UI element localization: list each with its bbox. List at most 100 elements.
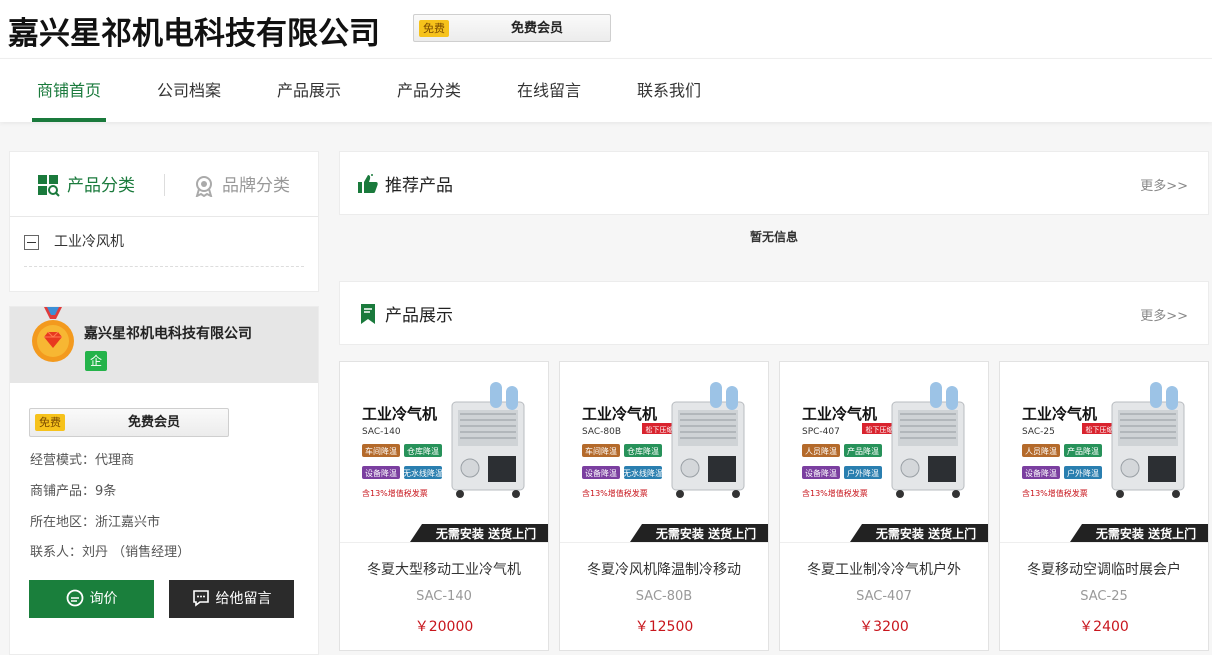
- region: 所在地区：浙江嘉兴市: [30, 515, 161, 530]
- invoice-note: 含13%增值税发票: [362, 488, 428, 498]
- grid-search-icon: [38, 175, 60, 197]
- showcase-header: 产品展示 更多>>: [339, 281, 1209, 345]
- product-image[interactable]: 工业冷气机 SAC-25 松下压缩机 人员降温 产品降温 设备降温 户外降温 含…: [1000, 362, 1208, 542]
- recommended-title: 推荐产品: [385, 176, 453, 196]
- product-price: ￥2400: [1079, 619, 1129, 635]
- feature-label: 车间降温: [585, 446, 617, 456]
- feature-label: 仓库降温: [627, 446, 659, 456]
- feature-label: 设备降温: [585, 468, 617, 478]
- recommended-more-link[interactable]: 更多>>: [1140, 175, 1188, 194]
- medal-icon: [32, 307, 74, 362]
- product-model: SAC-80B: [635, 589, 693, 604]
- feature-label: 产品降温: [1067, 446, 1099, 456]
- feature-label: 人员降温: [1025, 446, 1057, 456]
- feature-label: 人员降温: [805, 446, 837, 456]
- image-model: SPC-407: [802, 427, 840, 437]
- nav-company-profile[interactable]: 公司档案: [152, 59, 226, 122]
- invoice-note: 含13%增值税发票: [582, 488, 648, 498]
- product-model: SAC-25: [1080, 589, 1128, 604]
- product-price: ￥12500: [634, 619, 694, 635]
- feature-label: 户外降温: [1067, 468, 1099, 478]
- image-title: 工业冷气机: [1022, 405, 1097, 423]
- image-model: SAC-80B: [582, 427, 621, 437]
- invoice-note: 含13%增值税发票: [1022, 488, 1088, 498]
- image-title: 工业冷气机: [802, 405, 877, 423]
- shop-products-count: 商铺产品：9条: [30, 484, 117, 499]
- feature-label: 设备降温: [805, 468, 837, 478]
- product-image[interactable]: 工业冷气机 SAC-80B 松下压缩机 车间降温 仓库降温 设备降温 无水线降温…: [560, 362, 768, 542]
- company-name[interactable]: 嘉兴星祁机电科技有限公司: [84, 323, 252, 343]
- image-model: SAC-25: [1022, 427, 1055, 437]
- feature-label: 车间降温: [365, 446, 397, 456]
- product-card[interactable]: 工业冷气机 SAC-80B 松下压缩机 车间降温 仓库降温 设备降温 无水线降温…: [559, 361, 769, 651]
- tab-product-category[interactable]: 产品分类: [38, 172, 158, 200]
- product-name[interactable]: 冬夏工业制冷冷气机户外: [780, 559, 988, 579]
- feature-label: 设备降温: [365, 468, 397, 478]
- top-header: 嘉兴星祁机电科技有限公司 免费 免费会员: [0, 0, 1212, 58]
- feature-label: 无水线降温: [623, 468, 663, 478]
- message-icon: [192, 590, 209, 607]
- category-panel: 产品分类 品牌分类 工业冷风机: [9, 151, 319, 292]
- contact-person: 联系人：刘丹 （销售经理）: [30, 545, 191, 560]
- showcase-more-link[interactable]: 更多>>: [1140, 305, 1188, 324]
- tab-brand-category[interactable]: 品牌分类: [193, 172, 313, 200]
- product-price: ￥20000: [414, 619, 474, 635]
- nav-categories[interactable]: 产品分类: [392, 59, 466, 122]
- company-info-panel: 嘉兴星祁机电科技有限公司 企 免费 免费会员 经营模式：代理商 商铺产品：9条 …: [9, 306, 319, 655]
- feature-label: 无水线降温: [403, 468, 443, 478]
- feature-label: 户外降温: [847, 468, 879, 478]
- product-price: ￥3200: [859, 619, 909, 635]
- award-icon: [195, 176, 213, 197]
- product-name[interactable]: 冬夏移动空调临时展会户: [1000, 559, 1208, 579]
- invoice-note: 含13%增值税发票: [802, 488, 868, 498]
- divider: [780, 542, 988, 543]
- image-banner: 无需安装 送货上门: [1095, 526, 1196, 541]
- nav-contact-us[interactable]: 联系我们: [632, 59, 706, 122]
- company-title: 嘉兴星祁机电科技有限公司: [8, 16, 380, 52]
- divider: [10, 216, 318, 217]
- leave-message-label: 给他留言: [215, 591, 272, 607]
- product-card[interactable]: 工业冷气机 SAC-25 松下压缩机 人员降温 产品降温 设备降温 户外降温 含…: [999, 361, 1209, 651]
- feature-label: 仓库降温: [407, 446, 439, 456]
- image-banner: 无需安装 送货上门: [875, 526, 976, 541]
- product-image[interactable]: 工业冷气机 SAC-140 车间降温 仓库降温 设备降温 无水线降温 含13%增…: [340, 362, 548, 542]
- tab-divider: [164, 174, 165, 196]
- product-image[interactable]: 工业冷气机 SPC-407 松下压缩机 人员降温 产品降温 设备降温 户外降温 …: [780, 362, 988, 542]
- nav-products[interactable]: 产品展示: [272, 59, 346, 122]
- enterprise-badge: 企: [85, 351, 107, 371]
- product-name[interactable]: 冬夏冷风机降温制冷移动: [560, 559, 768, 579]
- product-card[interactable]: 工业冷气机 SAC-140 车间降温 仓库降温 设备降温 无水线降温 含13%增…: [339, 361, 549, 651]
- member-label: 免费会员: [510, 21, 563, 36]
- category-item-label: 工业冷风机: [54, 234, 124, 250]
- recommended-header: 推荐产品 更多>>: [339, 151, 1209, 215]
- business-mode: 经营模式：代理商: [30, 453, 135, 468]
- tab-brand-category-label: 品牌分类: [222, 176, 290, 196]
- image-banner: 无需安装 送货上门: [655, 526, 756, 541]
- inquiry-button[interactable]: 询价: [29, 580, 154, 618]
- collapse-icon[interactable]: [24, 235, 39, 250]
- divider: [24, 266, 304, 267]
- member-label: 免费会员: [127, 415, 180, 430]
- divider: [1000, 542, 1208, 543]
- feature-label: 产品降温: [847, 446, 879, 456]
- product-name[interactable]: 冬夏大型移动工业冷气机: [340, 559, 548, 579]
- image-title: 工业冷气机: [582, 405, 657, 423]
- nav-online-message[interactable]: 在线留言: [512, 59, 586, 122]
- free-tag: 免费: [419, 20, 449, 37]
- leave-message-button[interactable]: 给他留言: [169, 580, 294, 618]
- product-card[interactable]: 工业冷气机 SPC-407 松下压缩机 人员降温 产品降温 设备降温 户外降温 …: [779, 361, 989, 651]
- image-banner: 无需安装 送货上门: [435, 526, 536, 541]
- nav-shop-home[interactable]: 商铺首页: [32, 59, 106, 122]
- main-nav: 商铺首页 公司档案 产品展示 产品分类 在线留言 联系我们: [0, 58, 1212, 122]
- no-info-text: 暂无信息: [749, 230, 798, 244]
- product-model: SAC-407: [856, 589, 912, 604]
- member-badge: 免费 免费会员: [413, 14, 611, 42]
- tab-product-category-label: 产品分类: [67, 176, 135, 196]
- feature-label: 设备降温: [1025, 468, 1057, 478]
- free-tag: 免费: [35, 414, 65, 431]
- chat-icon: [66, 589, 83, 607]
- divider: [560, 542, 768, 543]
- showcase-title: 产品展示: [385, 306, 453, 326]
- thumbs-up-icon: [358, 174, 378, 193]
- member-badge: 免费 免费会员: [29, 408, 229, 437]
